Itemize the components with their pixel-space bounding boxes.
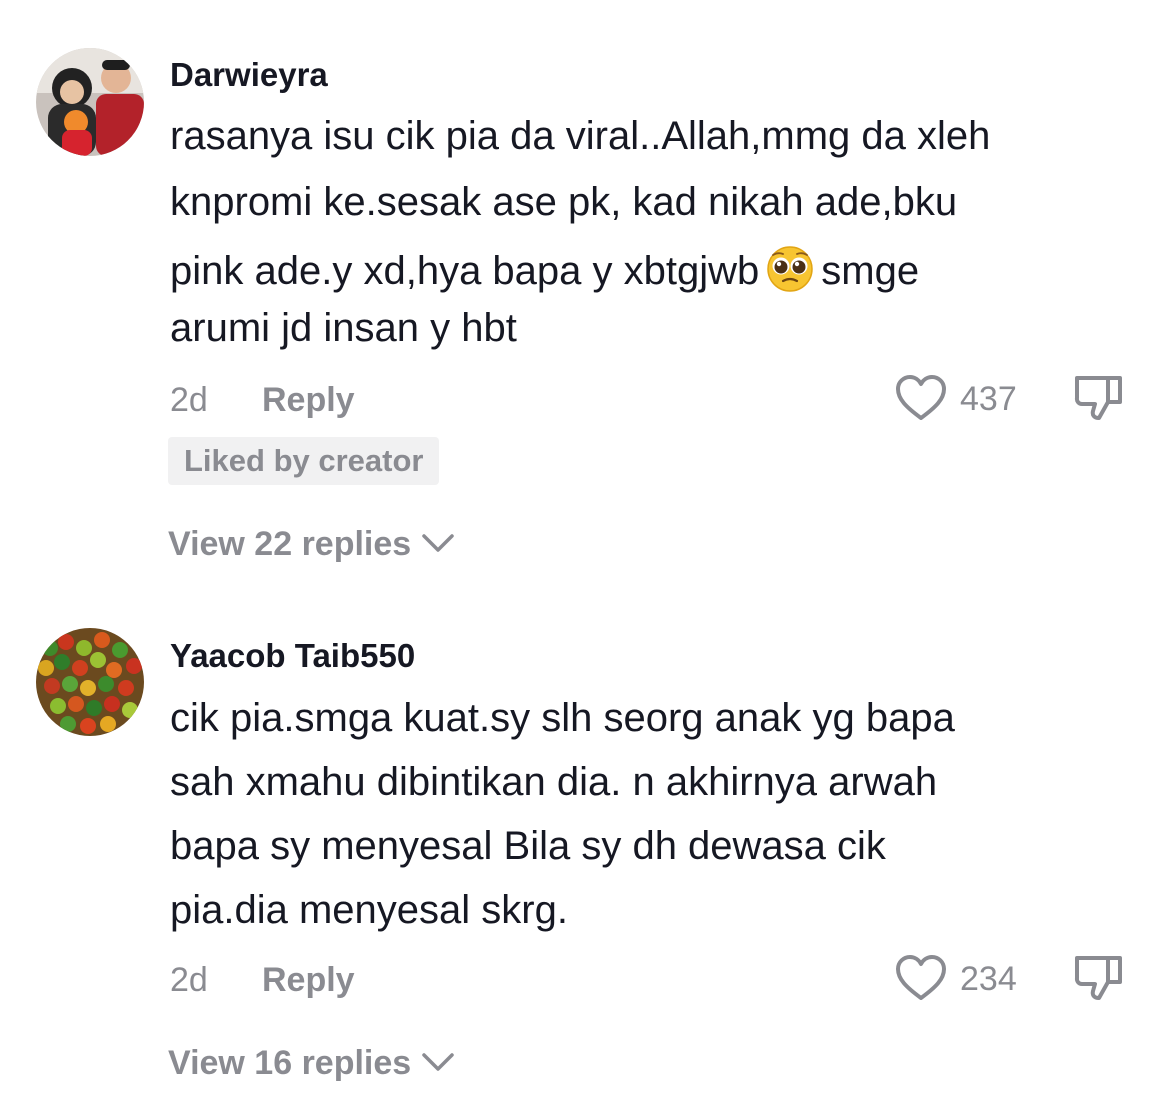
comment-text-line: sah xmahu dibintikan dia. n akhirnya arw…: [170, 760, 938, 804]
chevron-down-icon: [422, 1053, 454, 1071]
comment-text-line: pink ade.y xd,hya bapa y xbtgjwb smge: [170, 246, 919, 302]
comment-text-line: pia.dia menyesal skrg.: [170, 888, 568, 932]
comment-item: Yaacob Taib550 cik pia.smga kuat.sy slh …: [0, 590, 1170, 1116]
comment-text: cik pia.smga kuat.sy slh seorg anak yg b…: [170, 694, 1130, 954]
thumbs-down-outline-icon[interactable]: [1072, 952, 1126, 1006]
like-count: 234: [960, 960, 1017, 998]
view-replies-label: View 16 replies: [168, 1044, 412, 1082]
avatar[interactable]: [36, 628, 144, 736]
comment-text-segment: smge: [821, 249, 920, 293]
comment-username[interactable]: Yaacob Taib550: [170, 637, 415, 675]
reply-button[interactable]: Reply: [262, 381, 355, 420]
comment-username[interactable]: Darwieyra: [170, 56, 328, 94]
avatar[interactable]: [36, 48, 144, 156]
comment-text: rasanya isu cik pia da viral..Allah,mmg …: [170, 112, 1130, 362]
chevron-down-icon: [422, 534, 454, 552]
comment-text-segment: pink ade.y xd,hya bapa y xbtgjwb: [170, 249, 760, 293]
thumbs-down-outline-icon[interactable]: [1072, 372, 1126, 426]
comment-timestamp: 2d: [170, 961, 208, 999]
comment-item: Darwieyra rasanya isu cik pia da viral..…: [0, 0, 1170, 590]
view-replies-button[interactable]: View 22 replies: [168, 525, 455, 564]
pleading-face-emoji-icon: [760, 246, 820, 302]
heart-outline-icon[interactable]: [894, 373, 948, 423]
comment-text-line: cik pia.smga kuat.sy slh seorg anak yg b…: [170, 696, 955, 740]
comment-text-line: arumi jd insan y hbt: [170, 306, 517, 350]
reply-button[interactable]: Reply: [262, 961, 355, 1000]
like-count: 437: [960, 380, 1017, 418]
comment-text-line: bapa sy menyesal Bila sy dh dewasa cik: [170, 824, 886, 868]
comment-text-line: rasanya isu cik pia da viral..Allah,mmg …: [170, 114, 991, 158]
comment-timestamp: 2d: [170, 381, 208, 419]
heart-outline-icon[interactable]: [894, 953, 948, 1003]
view-replies-label: View 22 replies: [168, 525, 412, 563]
comment-text-line: knpromi ke.sesak ase pk, kad nikah ade,b…: [170, 180, 958, 224]
liked-by-creator-badge: Liked by creator: [168, 437, 440, 485]
view-replies-button[interactable]: View 16 replies: [168, 1044, 455, 1083]
